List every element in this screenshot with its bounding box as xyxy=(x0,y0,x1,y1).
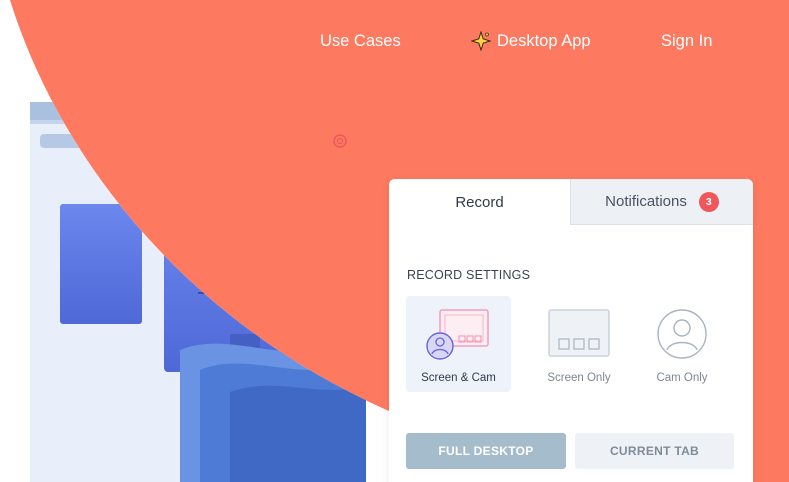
tab-record[interactable]: Record xyxy=(389,179,570,225)
screen-cam-icon xyxy=(426,309,489,360)
nav-use-cases[interactable]: Use Cases xyxy=(320,30,401,52)
tab-record-label: Record xyxy=(455,193,504,211)
recorder-panel: Record Notifications 3 RECORD SETTINGS S… xyxy=(389,179,753,482)
nav-desktop-app[interactable]: Desktop App xyxy=(471,30,591,52)
tab-notifications[interactable]: Notifications 3 xyxy=(570,179,753,225)
recorder-tabs: Record Notifications 3 xyxy=(389,179,753,225)
mode-screen-and-cam[interactable]: Screen & Cam xyxy=(406,296,511,392)
top-nav: Use Cases Desktop App Sign In xyxy=(0,30,789,54)
notification-count-badge: 3 xyxy=(698,191,719,212)
mode-cam-only[interactable]: Cam Only xyxy=(646,296,718,392)
mode-screen-only-label: Screen Only xyxy=(547,372,611,384)
current-tab-button[interactable]: CURRENT TAB xyxy=(575,433,734,469)
cam-icon xyxy=(657,309,707,359)
mode-cam-only-label: Cam Only xyxy=(656,372,708,384)
screen-icon xyxy=(548,309,610,357)
sparkle-icon xyxy=(471,31,491,51)
nav-desktop-app-label: Desktop App xyxy=(497,32,591,50)
mode-screen-and-cam-label: Screen & Cam xyxy=(421,372,496,384)
tab-notifications-label: Notifications xyxy=(605,193,687,210)
mode-screen-only[interactable]: Screen Only xyxy=(541,296,617,392)
nav-sign-in[interactable]: Sign In xyxy=(661,30,712,52)
full-desktop-button[interactable]: FULL DESKTOP xyxy=(406,433,566,469)
record-settings-title: RECORD SETTINGS xyxy=(407,268,531,282)
